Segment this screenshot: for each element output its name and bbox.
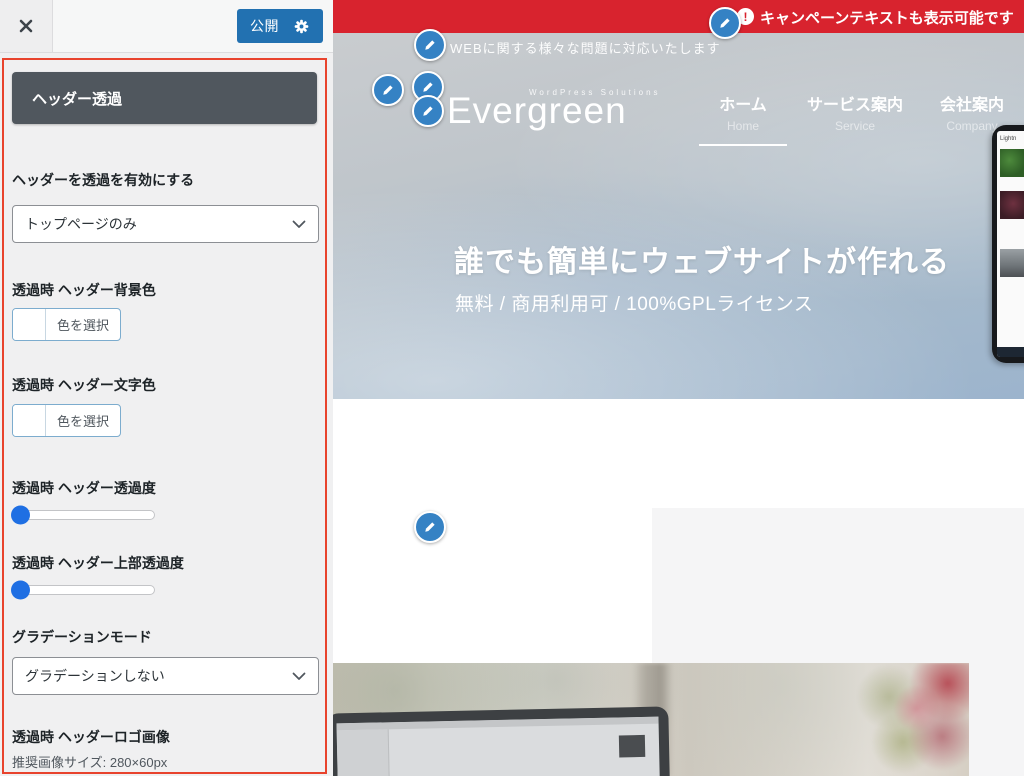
gear-icon[interactable] [293, 18, 310, 35]
edit-content-button[interactable] [414, 511, 446, 543]
smartphone-thumb-flower [1000, 191, 1024, 219]
control-label-text-color: 透過時 ヘッダー文字色 [12, 375, 317, 395]
smartphone-thumb-office [1000, 249, 1024, 277]
smartphone-screen-title: Lightn [1000, 136, 1016, 142]
nav-item-home[interactable]: ホーム Home [699, 96, 787, 134]
control-label-bg-color: 透過時 ヘッダー背景色 [12, 280, 317, 300]
gradation-mode-selected-value: グラデーションしない [25, 666, 165, 686]
laptop-document [619, 735, 645, 758]
edit-header-button[interactable] [372, 74, 404, 106]
bg-color-picker-button[interactable]: 色を選択 [12, 308, 121, 341]
top-opacity-slider-thumb[interactable] [11, 581, 30, 600]
bg-color-swatch [13, 309, 46, 340]
control-label-opacity: 透過時 ヘッダー透過度 [12, 478, 317, 498]
smartphone-screen: Lightn [997, 131, 1024, 357]
pencil-icon [718, 16, 732, 30]
laptop-menubar [337, 717, 659, 731]
bg-color-button-label: 色を選択 [46, 309, 120, 340]
nav-company-label: 会社案内 [922, 96, 1022, 116]
laptop-side-panel [337, 729, 390, 776]
text-color-picker-button[interactable]: 色を選択 [12, 404, 121, 437]
pencil-icon [381, 83, 395, 97]
gradation-mode-select[interactable]: グラデーションしない [12, 657, 319, 695]
nav-service-label: サービス案内 [795, 96, 915, 116]
chevron-down-icon [292, 220, 306, 229]
control-label-logo-image: 透過時 ヘッダーロゴ画像 [12, 727, 317, 747]
smartphone-navbar [997, 347, 1024, 357]
edit-logo-alt-button[interactable] [412, 95, 444, 127]
nav-item-service[interactable]: サービス案内 Service [795, 96, 915, 134]
opacity-slider-thumb[interactable] [11, 506, 30, 525]
site-preview-pane: ! キャンペーンテキストも表示可能です WEBに関する様々な問題に対応いたします… [333, 0, 1024, 776]
nav-service-sublabel: Service [795, 118, 915, 134]
nav-home-label: ホーム [699, 96, 787, 116]
close-button[interactable] [0, 0, 53, 52]
edit-campaign-button[interactable] [709, 7, 741, 39]
customizer-sidebar: 公開 ヘッダー透過 ヘッダーを透過を有効にする [0, 0, 333, 776]
hero-heading: 誰でも簡単にウェブサイトが作れる [454, 237, 950, 281]
campaign-text: キャンペーンテキストも表示可能です [760, 7, 1014, 28]
enable-transparency-select[interactable]: トップページのみ [12, 205, 319, 243]
customizer-topbar: 公開 [0, 0, 333, 53]
smartphone-thumb-plant [1000, 149, 1024, 177]
control-label-enable-transparency: ヘッダーを透過を有効にする [12, 170, 317, 190]
text-color-swatch [13, 405, 46, 436]
control-label-gradation-mode: グラデーションモード [12, 627, 317, 647]
opacity-slider[interactable] [12, 510, 155, 520]
pencil-icon [421, 104, 435, 118]
chevron-down-icon [292, 672, 306, 681]
pencil-icon [423, 38, 437, 52]
smartphone-mockup: Lightn [992, 125, 1024, 363]
screenshot-stage: 公開 ヘッダー透過 ヘッダーを透過を有効にする [0, 0, 1024, 776]
publish-label: 公開 [250, 16, 279, 36]
publish-button[interactable]: 公開 [237, 9, 323, 43]
header-tagline: WEBに関する様々な問題に対応いたします [450, 38, 721, 57]
desk-laptop-photo [333, 663, 969, 776]
logo-image-size-hint: 推奨画像サイズ: 280×60px [12, 754, 317, 772]
edit-tagline-button[interactable] [414, 29, 446, 61]
site-logo[interactable]: Evergreen [447, 90, 627, 132]
pencil-icon [421, 80, 435, 94]
annotation-highlight-box: ヘッダー透過 ヘッダーを透過を有効にする トップページのみ 透過時 ヘッダー背景… [2, 58, 327, 774]
hero-subheading: 無料 / 商用利用可 / 100%GPLライセンス [455, 289, 813, 316]
enable-transparency-selected-value: トップページのみ [25, 214, 137, 234]
pencil-icon [423, 520, 437, 534]
nav-active-underline [699, 144, 787, 146]
nav-home-sublabel: Home [699, 118, 787, 134]
laptop-image [333, 706, 670, 776]
text-color-button-label: 色を選択 [46, 405, 120, 436]
section-title-header-transparency[interactable]: ヘッダー透過 [12, 72, 317, 124]
photo-flowers [833, 663, 969, 776]
close-icon [18, 18, 34, 34]
control-label-top-opacity: 透過時 ヘッダー上部透過度 [12, 553, 317, 573]
top-opacity-slider[interactable] [12, 585, 155, 595]
laptop-screen [337, 717, 660, 776]
